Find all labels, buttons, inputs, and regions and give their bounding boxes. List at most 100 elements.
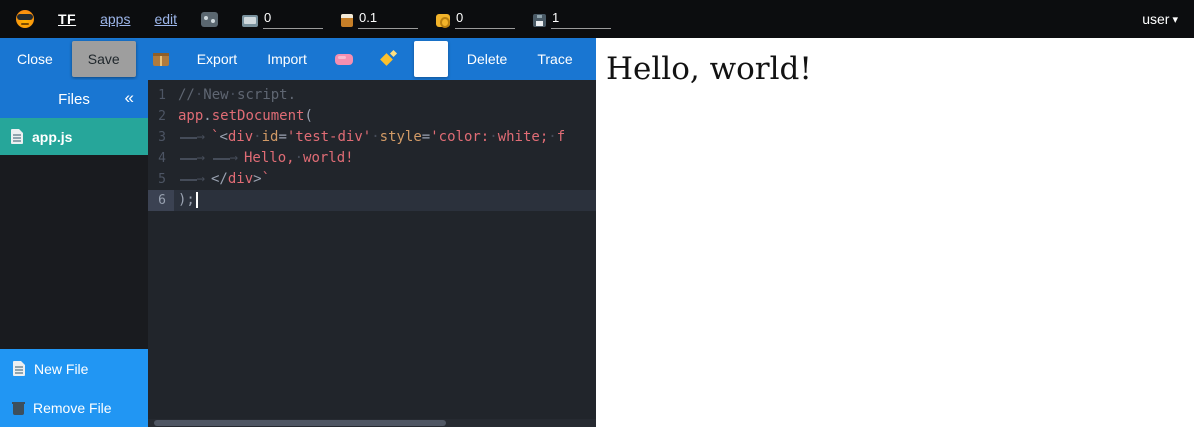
file-icon (11, 129, 23, 144)
code-text: app.setDocument( (174, 106, 596, 127)
code-token: = (278, 129, 286, 145)
collapse-sidebar-button[interactable]: « (125, 88, 134, 108)
code-text: ); (174, 190, 596, 211)
code-token: app (178, 108, 203, 124)
scrollbar-thumb[interactable] (154, 420, 446, 426)
files-title: Files (58, 91, 90, 108)
code-token: f (557, 129, 565, 145)
code-token: setDocument (212, 108, 305, 124)
brand-link[interactable]: TF (58, 11, 76, 27)
sparkles-icon (379, 51, 397, 67)
code-line-6[interactable]: 6); (148, 190, 596, 211)
code-token: 'test-div' (287, 129, 371, 145)
horizontal-scrollbar[interactable] (148, 419, 596, 427)
action-label: New File (34, 361, 88, 377)
code-token: style (380, 129, 422, 145)
sparkles-button[interactable] (370, 41, 406, 77)
line-number: 6 (148, 190, 174, 211)
code-token: </ (211, 171, 228, 187)
line-number: 4 (148, 148, 174, 169)
counter (242, 10, 323, 29)
beer-icon (341, 14, 353, 27)
line-number: 1 (148, 85, 174, 106)
apps-link[interactable]: apps (100, 11, 130, 27)
app-logo-icon[interactable] (16, 10, 34, 28)
code-token: · (371, 129, 379, 145)
save-button[interactable]: Save (72, 41, 136, 77)
export-button[interactable]: Export (186, 41, 248, 77)
code-token: · (295, 150, 303, 166)
user-label: user (1142, 11, 1169, 27)
tab-whitespace-icon: → (178, 148, 211, 169)
action-label: Remove File (33, 400, 112, 416)
code-token: world! (303, 150, 354, 166)
code-line-4[interactable]: 4→→Hello,·world! (148, 148, 596, 169)
code-token: · (489, 129, 497, 145)
text-cursor (196, 192, 198, 208)
code-token: div (228, 171, 253, 187)
import-button[interactable]: Import (256, 41, 318, 77)
code-token: ` (262, 171, 270, 187)
code-line-2[interactable]: 2app.setDocument( (148, 106, 596, 127)
code-token: · (253, 129, 261, 145)
remove-file-icon (13, 401, 24, 415)
code-token: Hello, (244, 150, 295, 166)
code-line-3[interactable]: 3→`<div·id='test-div'·style='color:·whit… (148, 127, 596, 148)
counter (341, 10, 418, 29)
delete-button[interactable]: Delete (456, 41, 518, 77)
edit-link[interactable]: edit (154, 11, 177, 27)
code-token: ( (304, 108, 312, 124)
counter (533, 10, 611, 29)
code-token: · (548, 129, 556, 145)
code-lines: 1//·New·script.2app.setDocument(3→`<div·… (148, 80, 596, 211)
trace-button[interactable]: Trace (526, 41, 583, 77)
close-button[interactable]: Close (6, 41, 64, 77)
file-label: app.js (32, 129, 72, 145)
file-list: app.js (0, 118, 148, 155)
beer-count-input[interactable] (358, 10, 418, 29)
code-token: . (203, 108, 211, 124)
preview-text: Hello, world! (606, 51, 1194, 87)
remove-file-button[interactable]: Remove File (0, 388, 148, 427)
line-number: 2 (148, 106, 174, 127)
code-token: 'color: (430, 129, 489, 145)
package-icon (153, 53, 169, 66)
code-line-1[interactable]: 1//·New·script. (148, 85, 596, 106)
code-token: < (219, 129, 227, 145)
soap-icon (335, 54, 353, 65)
tab-whitespace-icon: → (211, 148, 244, 169)
code-text: →</div>` (174, 169, 596, 190)
coin-count-input[interactable] (455, 10, 515, 29)
file-item-app.js[interactable]: app.js (0, 118, 148, 155)
code-token: id (262, 129, 279, 145)
code-token: · (229, 87, 237, 103)
floppy-icon (533, 14, 546, 27)
code-token: // (178, 87, 195, 103)
package-button[interactable] (144, 41, 178, 77)
code-token: > (253, 171, 261, 187)
tab-whitespace-icon: → (178, 127, 211, 148)
coin-icon (436, 14, 450, 27)
counter (436, 10, 515, 29)
topbar-counters (242, 10, 611, 29)
computer-icon (242, 15, 258, 27)
caret-down-icon: ▾ (1172, 13, 1178, 26)
code-text: //·New·script. (174, 85, 596, 106)
floppy-count-input[interactable] (551, 10, 611, 29)
topbar: TF apps edit user ▾ (0, 0, 1194, 38)
app-root: TF apps edit user ▾ CloseSave ExportImpor… (0, 0, 1194, 427)
computer-count-input[interactable] (263, 10, 323, 29)
editor-toolbar: CloseSave ExportImport DeleteTrace (0, 38, 596, 80)
code-token: script. (237, 87, 296, 103)
line-number: 5 (148, 169, 174, 190)
soap-button[interactable] (326, 41, 362, 77)
control-knobs-icon[interactable] (201, 12, 218, 27)
user-menu[interactable]: user ▾ (1142, 11, 1178, 27)
blank-button[interactable] (414, 41, 448, 77)
new-file-button[interactable]: New File (0, 349, 148, 388)
code-line-5[interactable]: 5→</div>` (148, 169, 596, 190)
document-preview: Hello, world! (596, 38, 1194, 427)
tab-whitespace-icon: → (178, 169, 211, 190)
code-token: ); (178, 192, 195, 208)
code-editor[interactable]: 1//·New·script.2app.setDocument(3→`<div·… (148, 80, 596, 427)
